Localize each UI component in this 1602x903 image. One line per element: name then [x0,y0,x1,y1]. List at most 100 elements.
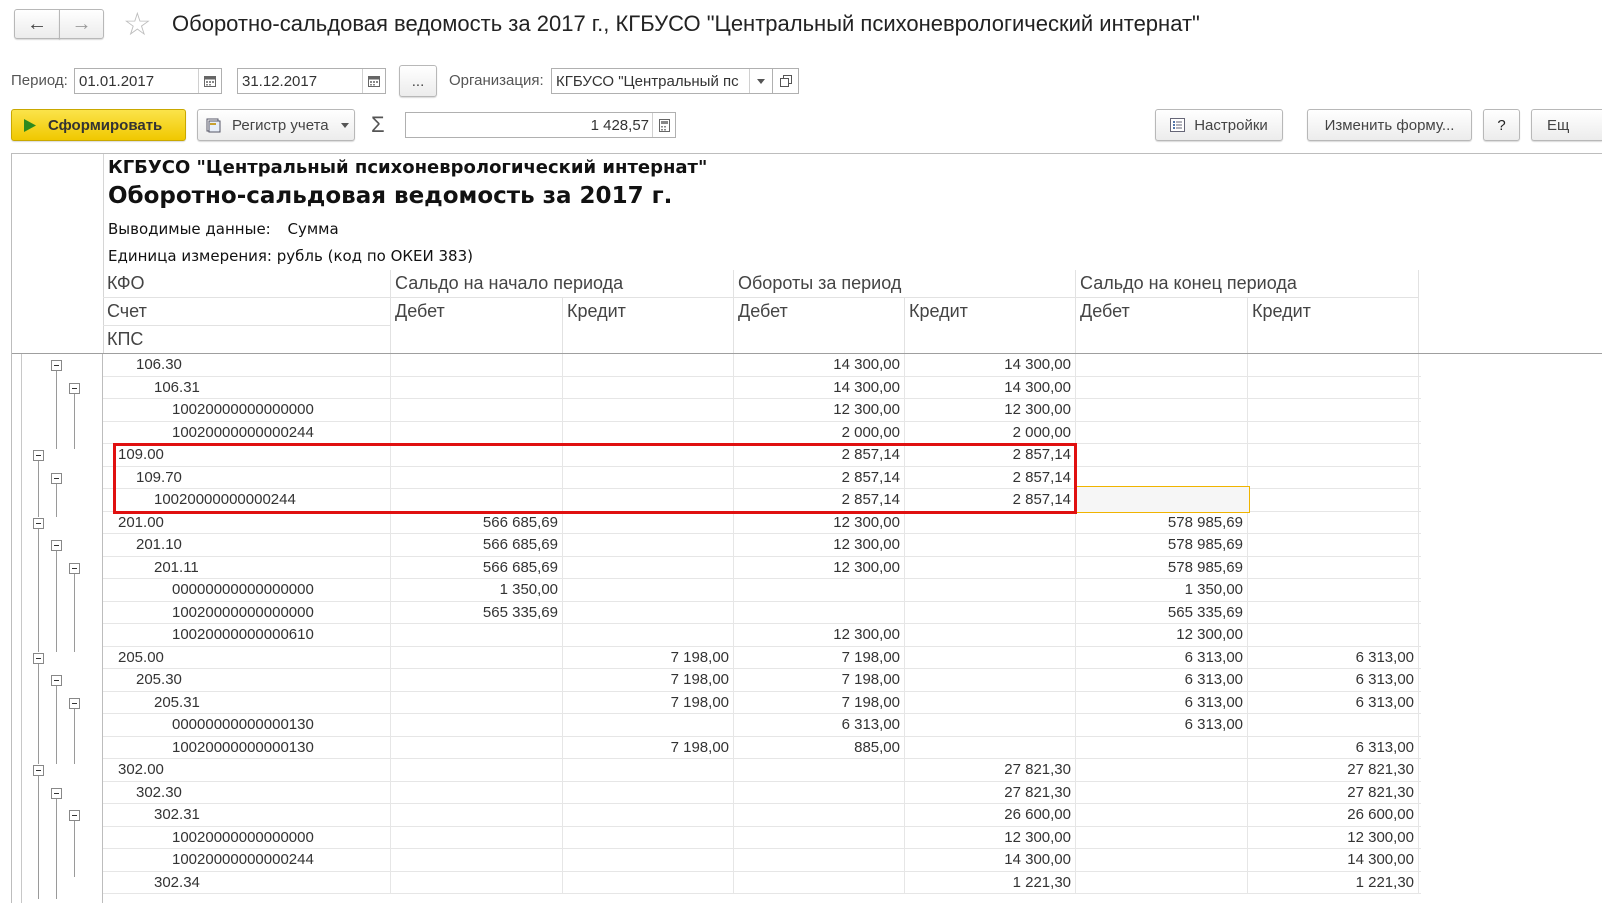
row-account-label: 205.31 [103,691,391,713]
row-account-label: 00000000000000130 [103,714,391,736]
cell-start-credit: 7 198,00 [563,736,734,758]
cell-start-debit: 566 685,69 [391,534,563,556]
tree-collapse-icon[interactable] [33,450,44,461]
chevron-down-icon[interactable] [749,69,772,93]
tree-collapse-icon[interactable] [69,562,80,574]
header-kfo: КФО [103,270,391,298]
cell-end-debit [1076,781,1248,803]
cell-start-credit [563,579,734,601]
register-button[interactable]: Регистр учета [197,109,355,141]
tree-line [74,821,75,877]
cell-end-credit [1248,489,1419,511]
tree-collapse-icon[interactable] [33,765,44,776]
cell-end-debit [1076,354,1248,376]
cell-end-credit [1248,399,1419,421]
cell-start-credit: 7 198,00 [563,669,734,691]
cell-end-debit: 6 313,00 [1076,646,1248,668]
cell-turnover-credit: 12 300,00 [905,826,1076,848]
table-row[interactable]: 106.31 14 300,00 14 300,00 [103,376,1421,399]
table-row[interactable]: 00000000000000000 1 350,00 1 350,00 [103,579,1421,602]
tree-line [38,776,39,899]
tree-collapse-icon[interactable] [51,675,62,686]
tree-collapse-icon[interactable] [33,652,44,664]
cell-end-debit: 6 313,00 [1076,669,1248,691]
tree-line [38,528,39,652]
table-row[interactable]: 302.34 1 221,30 1 221,30 [103,871,1421,894]
cell-turnover-debit: 12 300,00 [734,556,905,578]
help-button[interactable]: ? [1483,109,1520,141]
table-row[interactable]: 00000000000000130 6 313,00 6 313,00 [103,714,1421,737]
cell-start-debit [391,421,563,443]
row-account-label: 201.11 [103,556,391,578]
table-row[interactable]: 302.00 27 821,30 27 821,30 [103,759,1421,782]
cell-start-debit [391,759,563,781]
cell-end-debit: 6 313,00 [1076,714,1248,736]
tree-collapse-icon[interactable] [51,360,62,371]
favorite-star-icon[interactable]: ☆ [123,7,152,41]
change-form-button[interactable]: Изменить форму... [1307,109,1472,141]
table-row[interactable]: 106.30 14 300,00 14 300,00 [103,354,1421,377]
settings-button[interactable]: Настройки [1155,109,1283,141]
tree-collapse-icon[interactable] [69,697,80,709]
report-area[interactable]: КГБУСО "Центральный психоневрологический… [11,153,1602,903]
table-row[interactable]: 201.00 566 685,69 12 300,00 578 985,69 [103,511,1421,534]
cell-turnover-debit: 14 300,00 [734,376,905,398]
table-row[interactable]: 201.11 566 685,69 12 300,00 578 985,69 [103,556,1421,579]
cell-end-debit [1076,466,1248,488]
cell-end-debit [1076,376,1248,398]
more-actions-button[interactable]: Ещ [1531,109,1602,141]
cell-turnover-credit: 14 300,00 [905,849,1076,871]
calendar-icon[interactable] [198,69,221,93]
organization-open-button[interactable] [772,68,799,94]
cell-turnover-debit [734,579,905,601]
date-from-field[interactable]: 01.01.2017 [74,68,222,94]
cell-start-credit [563,759,734,781]
calendar-icon[interactable] [362,69,385,93]
tree-line [38,461,39,517]
cell-end-credit: 6 313,00 [1248,646,1419,668]
cell-end-debit [1076,399,1248,421]
cell-turnover-debit [734,804,905,826]
forward-button[interactable]: → [59,9,104,39]
table-row[interactable]: 10020000000000000 565 335,69 565 335,69 [103,601,1421,624]
table-row[interactable]: 205.31 7 198,00 7 198,00 6 313,00 6 313,00 [103,691,1421,714]
tree-line [74,708,75,764]
table-row[interactable]: 302.31 26 600,00 26 600,00 [103,804,1421,827]
table-row[interactable]: 10020000000000610 12 300,00 12 300,00 [103,624,1421,647]
table-row[interactable]: 205.00 7 198,00 7 198,00 6 313,00 6 313,00 [103,646,1421,669]
tree-collapse-icon[interactable] [69,810,80,821]
calculator-icon[interactable] [652,113,675,137]
cell-start-debit [391,804,563,826]
table-row[interactable]: 10020000000000130 7 198,00 885,00 6 313,00 [103,736,1421,759]
cell-turnover-debit: 12 300,00 [734,511,905,533]
table-row[interactable]: 10020000000000000 12 300,00 12 300,00 [103,826,1421,849]
row-account-label: 205.30 [103,669,391,691]
window-title: Оборотно-сальдовая ведомость за 2017 г.,… [172,11,1200,36]
cell-end-credit [1248,466,1419,488]
table-row[interactable]: 201.10 566 685,69 12 300,00 578 985,69 [103,534,1421,557]
table-row[interactable]: 10020000000000244 2 000,00 2 000,00 [103,421,1421,444]
table-row[interactable]: 205.30 7 198,00 7 198,00 6 313,00 6 313,00 [103,669,1421,692]
cell-end-credit [1248,579,1419,601]
tree-collapse-icon[interactable] [33,517,44,529]
output-data-line: Выводимые данные: Сумма [108,220,339,238]
cell-end-debit: 578 985,69 [1076,556,1248,578]
selected-cell[interactable] [1076,486,1250,513]
date-to-field[interactable]: 31.12.2017 [237,68,386,94]
cell-turnover-credit: 2 000,00 [905,421,1076,443]
tree-collapse-icon[interactable] [51,540,62,551]
cell-turnover-credit: 27 821,30 [905,759,1076,781]
tree-collapse-icon[interactable] [69,382,80,394]
tree-collapse-icon[interactable] [51,472,62,484]
period-select-button[interactable]: ... [399,65,437,97]
sum-field[interactable]: 1 428,57 [405,112,676,138]
table-row[interactable]: 10020000000000244 14 300,00 14 300,00 [103,849,1421,872]
table-row[interactable]: 302.30 27 821,30 27 821,30 [103,781,1421,804]
cell-start-debit [391,399,563,421]
back-button[interactable]: ← [14,9,60,39]
table-row[interactable]: 10020000000000000 12 300,00 12 300,00 [103,399,1421,422]
tree-collapse-icon[interactable] [51,787,62,799]
organization-field[interactable]: КГБУСО "Центральный пс [551,68,773,94]
generate-button[interactable]: Сформировать [11,109,186,141]
row-account-label: 10020000000000000 [103,601,391,623]
